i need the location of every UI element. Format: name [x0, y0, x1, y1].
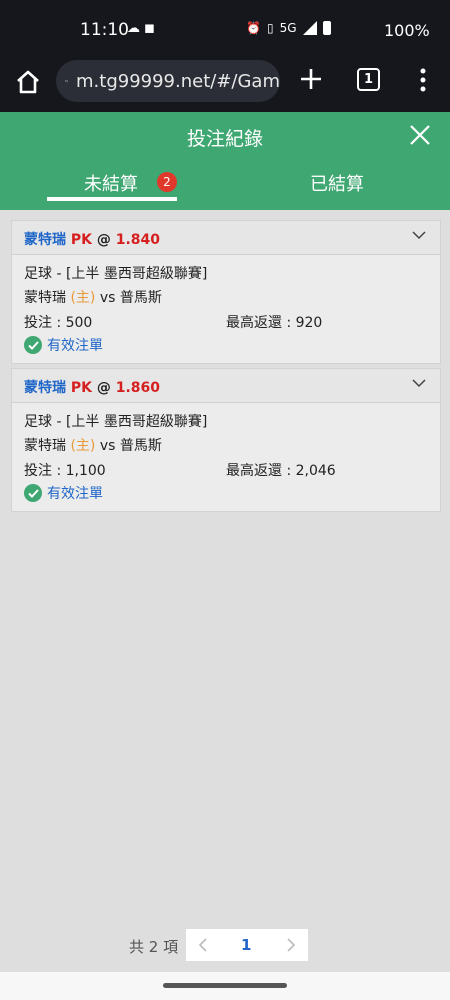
bet-status-label: 有效注單 [47, 338, 103, 354]
chevron-right-icon[interactable] [286, 938, 296, 952]
new-tab-icon[interactable] [298, 66, 324, 92]
tab-switcher-button[interactable]: 1 [357, 68, 380, 91]
max-payout: 最高返還 : 920 [226, 315, 323, 331]
odds-at: @ [96, 380, 111, 396]
more-menu-icon[interactable] [420, 68, 426, 92]
browser-toolbar: m.tg99999.net/#/Gam 1 [0, 60, 450, 112]
home-team: 蒙特瑞 [24, 438, 66, 454]
status-time: 11:10 [80, 20, 129, 40]
away-team: 普馬斯 [119, 290, 162, 306]
home-tag: (主) [70, 438, 96, 454]
bet-card-header[interactable]: 蒙特瑞 PK @ 1.840 [12, 221, 440, 255]
bet-card-body: 足球 - [上半 墨西哥超級聯賽] 蒙特瑞 (主) vs 普馬斯 投注 : 50… [12, 255, 440, 363]
bet-status-label: 有效注單 [47, 486, 103, 502]
close-icon[interactable] [410, 125, 430, 145]
match-info: 足球 - [上半 墨西哥超級聯賽] [24, 414, 208, 430]
bet-status: 有效注單 [24, 335, 103, 355]
bet-team: 蒙特瑞 [24, 232, 66, 248]
chevron-down-icon[interactable] [412, 230, 426, 240]
vibrate-icon: ▯ [266, 21, 274, 35]
home-indicator[interactable] [163, 983, 287, 988]
stake-amount: 投注 : 500 [24, 315, 93, 331]
site-settings-icon[interactable] [65, 73, 68, 89]
page-title: 投注紀錄 [186, 128, 263, 150]
match-info: 足球 - [上半 墨西哥超級聯賽] [24, 266, 208, 282]
bet-odds: 1.840 [115, 232, 161, 248]
tab-unsettled[interactable]: 未結算 [84, 170, 138, 196]
tab-bar: 未結算 已結算 [0, 160, 450, 210]
chevron-down-icon[interactable] [412, 378, 426, 388]
bet-card-body: 足球 - [上半 墨西哥超級聯賽] 蒙特瑞 (主) vs 普馬斯 投注 : 1,… [12, 403, 440, 511]
vs-text: vs [99, 290, 116, 306]
tab-settled[interactable]: 已結算 [310, 170, 364, 196]
signal-icon [302, 21, 317, 35]
max-payout: 最高返還 : 2,046 [226, 463, 336, 479]
bet-card-header[interactable]: 蒙特瑞 PK @ 1.860 [12, 369, 440, 403]
teams-line: 蒙特瑞 (主) vs 普馬斯 [24, 435, 162, 455]
system-icons: ⏰ ▯ 5G [246, 21, 331, 35]
pagination: 1 [186, 929, 308, 961]
bet-selection: 蒙特瑞 PK @ 1.860 [24, 377, 160, 397]
bet-team: 蒙特瑞 [24, 380, 66, 396]
active-tab-indicator [47, 197, 177, 201]
check-circle-icon [24, 484, 42, 502]
battery-percent: 100% [384, 21, 430, 40]
page-header: 投注紀錄 [0, 112, 450, 160]
away-team: 普馬斯 [119, 438, 162, 454]
unsettled-count-badge: 2 [157, 172, 177, 192]
bet-odds: 1.860 [115, 380, 161, 396]
home-team: 蒙特瑞 [24, 290, 66, 306]
alarm-icon: ⏰ [246, 21, 261, 35]
teams-line: 蒙特瑞 (主) vs 普馬斯 [24, 287, 162, 307]
home-icon[interactable] [14, 68, 42, 96]
bet-card: 蒙特瑞 PK @ 1.860 足球 - [上半 墨西哥超級聯賽] 蒙特瑞 (主)… [11, 368, 441, 512]
bet-status: 有效注單 [24, 483, 103, 503]
notification-icons: ☁ ◼ [127, 21, 155, 36]
check-circle-icon [24, 336, 42, 354]
status-bar: 11:10 ☁ ◼ ⏰ ▯ 5G 100% [0, 0, 450, 60]
stake-amount: 投注 : 1,100 [24, 463, 106, 479]
url-text: m.tg99999.net/#/Gam [76, 70, 280, 92]
chevron-left-icon[interactable] [198, 938, 208, 952]
bet-type: PK [70, 232, 92, 248]
address-bar[interactable]: m.tg99999.net/#/Gam [56, 60, 280, 102]
odds-at: @ [96, 232, 111, 248]
bet-card: 蒙特瑞 PK @ 1.840 足球 - [上半 墨西哥超級聯賽] 蒙特瑞 (主)… [11, 220, 441, 364]
battery-icon [322, 21, 331, 35]
total-items: 共 2 項 [129, 938, 179, 956]
home-tag: (主) [70, 290, 96, 306]
vs-text: vs [99, 438, 116, 454]
bet-type: PK [70, 380, 92, 396]
current-page[interactable]: 1 [241, 936, 251, 954]
bet-selection: 蒙特瑞 PK @ 1.840 [24, 229, 160, 249]
network-label: 5G [279, 21, 297, 35]
